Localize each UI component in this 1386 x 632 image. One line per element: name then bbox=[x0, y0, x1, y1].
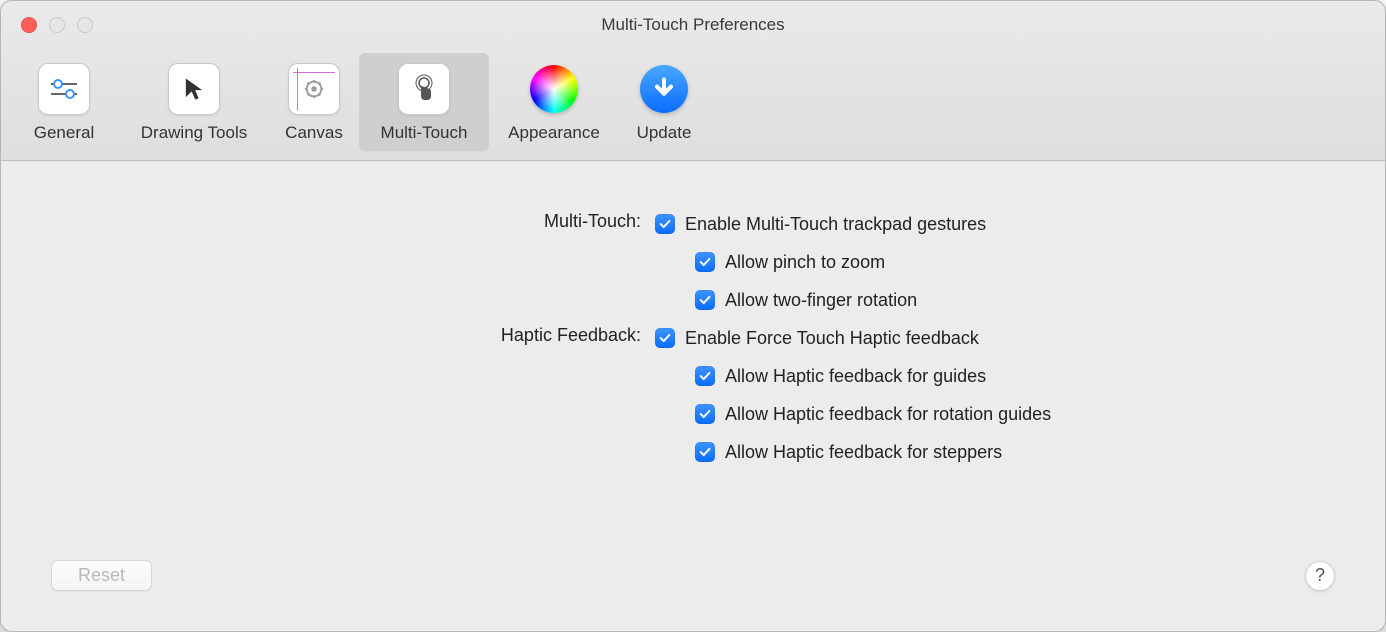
close-button[interactable] bbox=[21, 17, 37, 33]
preferences-toolbar: General Drawing Tools bbox=[1, 49, 1385, 161]
tab-general[interactable]: General bbox=[9, 53, 119, 151]
checkbox-two-finger-rotation[interactable]: Allow two-finger rotation bbox=[695, 287, 1345, 313]
checkmark-icon bbox=[695, 252, 715, 272]
tab-label: General bbox=[34, 123, 94, 143]
cursor-icon bbox=[168, 63, 220, 115]
tab-label: Update bbox=[637, 123, 692, 143]
checkbox-pinch-zoom[interactable]: Allow pinch to zoom bbox=[695, 249, 1345, 275]
checkmark-icon bbox=[695, 404, 715, 424]
checkbox-haptic-steppers[interactable]: Allow Haptic feedback for steppers bbox=[695, 439, 1345, 465]
checkbox-enable-haptic[interactable]: Enable Force Touch Haptic feedback bbox=[655, 325, 1345, 351]
checkmark-icon bbox=[695, 290, 715, 310]
tab-canvas[interactable]: Canvas bbox=[269, 53, 359, 151]
tab-multi-touch[interactable]: Multi-Touch bbox=[359, 53, 489, 151]
tab-update[interactable]: Update bbox=[619, 53, 709, 151]
tab-label: Appearance bbox=[508, 123, 600, 143]
window-title: Multi-Touch Preferences bbox=[601, 15, 784, 35]
reset-button[interactable]: Reset bbox=[51, 560, 152, 591]
help-button[interactable]: ? bbox=[1305, 561, 1335, 591]
checkmark-icon bbox=[655, 328, 675, 348]
checkmark-icon bbox=[655, 214, 675, 234]
multitouch-section-label: Multi-Touch: bbox=[41, 211, 641, 232]
zoom-button[interactable] bbox=[77, 17, 93, 33]
download-icon bbox=[640, 65, 688, 113]
checkbox-label: Allow Haptic feedback for guides bbox=[725, 366, 986, 387]
canvas-icon bbox=[288, 63, 340, 115]
checkbox-haptic-guides[interactable]: Allow Haptic feedback for guides bbox=[695, 363, 1345, 389]
checkbox-label: Allow Haptic feedback for rotation guide… bbox=[725, 404, 1051, 425]
checkmark-icon bbox=[695, 366, 715, 386]
tab-label: Multi-Touch bbox=[381, 123, 468, 143]
color-wheel-icon bbox=[530, 65, 578, 113]
sliders-icon bbox=[38, 63, 90, 115]
checkmark-icon bbox=[695, 442, 715, 462]
tab-drawing-tools[interactable]: Drawing Tools bbox=[119, 53, 269, 151]
checkbox-label: Allow pinch to zoom bbox=[725, 252, 885, 273]
checkbox-label: Allow two-finger rotation bbox=[725, 290, 917, 311]
footer: Reset ? bbox=[41, 560, 1345, 611]
minimize-button[interactable] bbox=[49, 17, 65, 33]
tab-label: Canvas bbox=[285, 123, 343, 143]
touch-icon bbox=[398, 63, 450, 115]
content-area: Multi-Touch: Enable Multi-Touch trackpad… bbox=[1, 161, 1385, 631]
haptic-section-label: Haptic Feedback: bbox=[41, 325, 641, 346]
checkbox-enable-multitouch[interactable]: Enable Multi-Touch trackpad gestures bbox=[655, 211, 1345, 237]
tab-appearance[interactable]: Appearance bbox=[489, 53, 619, 151]
checkbox-label: Allow Haptic feedback for steppers bbox=[725, 442, 1002, 463]
checkbox-label: Enable Multi-Touch trackpad gestures bbox=[685, 214, 986, 235]
traffic-lights bbox=[1, 17, 93, 33]
checkbox-label: Enable Force Touch Haptic feedback bbox=[685, 328, 979, 349]
tab-label: Drawing Tools bbox=[141, 123, 247, 143]
preferences-window: Multi-Touch Preferences General bbox=[0, 0, 1386, 632]
titlebar: Multi-Touch Preferences bbox=[1, 1, 1385, 49]
checkbox-haptic-rotation-guides[interactable]: Allow Haptic feedback for rotation guide… bbox=[695, 401, 1345, 427]
